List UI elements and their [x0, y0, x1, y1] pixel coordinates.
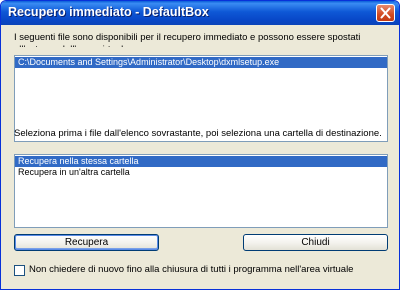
- recover-button[interactable]: Recupera: [14, 234, 159, 251]
- option-other-folder[interactable]: Recupera in un'altra cartella: [15, 167, 387, 178]
- title-bar[interactable]: Recupero immediato - DefaultBox: [1, 1, 399, 25]
- destination-listbox[interactable]: Recupera nella stessa cartella Recupera …: [14, 154, 388, 228]
- dialog-content: I seguenti file sono disponibili per il …: [1, 25, 399, 289]
- window-title: Recupero immediato - DefaultBox: [8, 5, 209, 19]
- dont-ask-again-checkbox[interactable]: [14, 265, 25, 276]
- option-same-folder[interactable]: Recupera nella stessa cartella: [15, 156, 387, 167]
- dont-ask-again-label[interactable]: Non chiedere di nuovo fino alla chiusura…: [29, 264, 353, 275]
- close-button[interactable]: [376, 4, 395, 22]
- instruction-text: Seleziona prima i file dall'elenco sovra…: [14, 128, 382, 139]
- file-list-item[interactable]: C:\Documents and Settings\Administrator\…: [15, 57, 387, 68]
- close-icon: [380, 7, 391, 19]
- close-dialog-button[interactable]: Chiudi: [243, 234, 388, 251]
- description-text: I seguenti file sono disponibili per il …: [14, 32, 361, 47]
- dialog-window: Recupero immediato - DefaultBox I seguen…: [0, 0, 400, 290]
